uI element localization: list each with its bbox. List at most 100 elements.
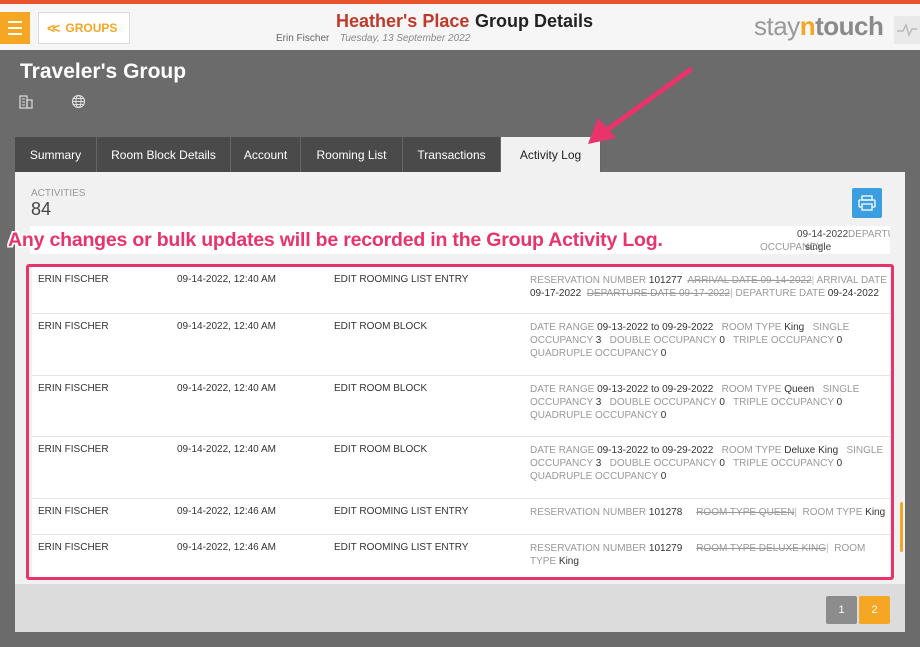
log-time: 09-14-2022, 12:40 AM bbox=[177, 383, 276, 394]
annotation-text: Any changes or bulk updates will be reco… bbox=[8, 229, 663, 251]
detail-value: 101278 bbox=[648, 507, 683, 518]
detail-key: TRIPLE OCCUPANCY bbox=[733, 458, 834, 469]
log-details: RESERVATION NUMBER 101278 ROOM TYPE QUEE… bbox=[530, 507, 886, 518]
log-action: EDIT ROOMING LIST ENTRY bbox=[334, 506, 469, 517]
group-tabs: Summary Room Block Details Account Roomi… bbox=[15, 137, 601, 173]
partial-details: DEPARTURE bbox=[848, 229, 890, 240]
detail-key: RESERVATION NUMBER bbox=[530, 543, 647, 554]
log-user: ERIN FISCHER bbox=[38, 274, 109, 285]
table-row: ERIN FISCHER 09-14-2022, 12:40 AM EDIT R… bbox=[32, 314, 890, 376]
detail-key: ROOM TYPE bbox=[721, 445, 782, 456]
detail-key: DATE RANGE bbox=[530, 445, 595, 456]
partial-occupancy-value: single bbox=[805, 242, 832, 253]
detail-key: ROOM TYPE bbox=[721, 322, 782, 333]
log-details: RESERVATION NUMBER 101277 ARRIVAL DATE 0… bbox=[530, 275, 887, 299]
detail-value: 09-13-2022 to 09-29-2022 bbox=[597, 384, 714, 395]
old-value: DEPARTURE DATE 09-17-2022 bbox=[586, 288, 731, 299]
double-chevron-left-icon: << bbox=[47, 20, 60, 36]
detail-key: TRIPLE OCCUPANCY bbox=[733, 335, 834, 346]
print-icon bbox=[858, 195, 876, 211]
detail-value: 0 bbox=[836, 335, 843, 346]
detail-key: DATE RANGE bbox=[530, 384, 595, 395]
old-value: ROOM TYPE QUEEN bbox=[696, 507, 795, 518]
detail-value: Deluxe King bbox=[784, 445, 839, 456]
detail-value: 09-24-2022 bbox=[827, 288, 879, 299]
detail-value: 3 bbox=[595, 397, 602, 408]
group-name: Traveler's Group bbox=[20, 60, 187, 83]
detail-value: King bbox=[784, 322, 805, 333]
detail-key: TRIPLE OCCUPANCY bbox=[733, 397, 834, 408]
detail-value: 0 bbox=[660, 348, 667, 359]
activity-pulse-icon[interactable] bbox=[894, 16, 920, 44]
log-details: DATE RANGE 09-13-2022 to 09-29-2022 ROOM… bbox=[530, 321, 888, 360]
log-user: ERIN FISCHER bbox=[38, 383, 109, 394]
tab-transactions[interactable]: Transactions bbox=[403, 137, 501, 172]
globe-icon[interactable] bbox=[71, 94, 86, 114]
log-time: 09-14-2022, 12:46 AM bbox=[177, 542, 276, 553]
detail-value: Queen bbox=[784, 384, 815, 395]
table-row: ERIN FISCHER 09-14-2022, 12:40 AM EDIT R… bbox=[32, 437, 890, 499]
detail-key: DEPARTURE DATE bbox=[735, 288, 825, 299]
detail-key: ARRIVAL DATE bbox=[816, 275, 887, 286]
detail-value: 101279 bbox=[648, 543, 683, 554]
log-user: ERIN FISCHER bbox=[38, 321, 109, 332]
log-action: EDIT ROOM BLOCK bbox=[334, 321, 428, 332]
detail-value: 0 bbox=[660, 471, 667, 482]
detail-key: QUADRUPLE OCCUPANCY bbox=[530, 348, 658, 359]
table-row: ERIN FISCHER 09-14-2022, 12:40 AM EDIT R… bbox=[32, 267, 890, 314]
detail-value: 101277 bbox=[648, 275, 683, 286]
logo-part1: stay bbox=[754, 11, 800, 41]
detail-value: 0 bbox=[660, 410, 667, 421]
activities-count: 84 bbox=[31, 199, 52, 219]
detail-key: DOUBLE OCCUPANCY bbox=[609, 335, 717, 346]
detail-value: King bbox=[865, 507, 886, 518]
activities-label: ACTIVITIES bbox=[31, 188, 86, 199]
detail-key: RESERVATION NUMBER bbox=[530, 507, 647, 518]
detail-key: DOUBLE OCCUPANCY bbox=[609, 458, 717, 469]
log-user: ERIN FISCHER bbox=[38, 506, 109, 517]
log-time: 09-14-2022, 12:40 AM bbox=[177, 444, 276, 455]
back-button-label: GROUPS bbox=[65, 21, 118, 35]
detail-key: ROOM TYPE bbox=[802, 507, 863, 518]
page-title: Group Details bbox=[475, 11, 594, 31]
old-value: ARRIVAL DATE 09-14-2022 bbox=[687, 275, 812, 286]
detail-value: 09-13-2022 to 09-29-2022 bbox=[597, 322, 714, 333]
user-name: Erin Fischer bbox=[276, 33, 330, 44]
log-details: RESERVATION NUMBER 101279 ROOM TYPE DELU… bbox=[530, 543, 866, 567]
log-action: EDIT ROOMING LIST ENTRY bbox=[334, 542, 469, 553]
log-user: ERIN FISCHER bbox=[38, 444, 109, 455]
table-row: ERIN FISCHER 09-14-2022, 12:46 AM EDIT R… bbox=[32, 535, 890, 579]
detail-key: DATE RANGE bbox=[530, 322, 595, 333]
detail-key: QUADRUPLE OCCUPANCY bbox=[530, 410, 658, 421]
tab-room-block-details[interactable]: Room Block Details bbox=[97, 137, 231, 172]
hotel-name: Heather's Place bbox=[336, 11, 470, 31]
print-button[interactable] bbox=[852, 188, 882, 218]
log-time: 09-14-2022, 12:40 AM bbox=[177, 321, 276, 332]
log-time: 09-14-2022, 12:40 AM bbox=[177, 274, 276, 285]
page-2-button[interactable]: 2 bbox=[859, 596, 890, 624]
detail-value: 0 bbox=[836, 397, 843, 408]
page-1-button[interactable]: 1 bbox=[826, 596, 857, 624]
detail-value: 3 bbox=[595, 335, 602, 346]
detail-key: ROOM TYPE bbox=[721, 384, 782, 395]
stayntouch-logo: stayntouch bbox=[754, 11, 884, 42]
back-to-groups-button[interactable]: << GROUPS bbox=[38, 12, 130, 44]
log-details: DATE RANGE 09-13-2022 to 09-29-2022 ROOM… bbox=[530, 444, 888, 483]
old-value: ROOM TYPE DELUXE KING bbox=[696, 543, 827, 554]
log-time: 09-14-2022, 12:46 AM bbox=[177, 506, 276, 517]
logo-part3: touch bbox=[815, 11, 884, 41]
hamburger-icon[interactable] bbox=[0, 12, 30, 44]
tab-rooming-list[interactable]: Rooming List bbox=[301, 137, 403, 172]
top-bar: << GROUPS Heather's Place Group Details … bbox=[0, 0, 920, 50]
tab-account[interactable]: Account bbox=[231, 137, 301, 172]
table-row: ERIN FISCHER 09-14-2022, 12:46 AM EDIT R… bbox=[32, 499, 890, 535]
detail-value: 09-13-2022 to 09-29-2022 bbox=[597, 445, 714, 456]
scrollbar[interactable] bbox=[900, 502, 903, 552]
tab-summary[interactable]: Summary bbox=[15, 137, 97, 172]
log-user: ERIN FISCHER bbox=[38, 542, 109, 553]
log-action: EDIT ROOMING LIST ENTRY bbox=[334, 274, 469, 285]
detail-key: QUADRUPLE OCCUPANCY bbox=[530, 471, 658, 482]
business-date: Tuesday, 13 September 2022 bbox=[340, 33, 471, 44]
detail-value: 0 bbox=[719, 335, 725, 346]
detail-value: 09-17-2022 bbox=[530, 288, 582, 299]
